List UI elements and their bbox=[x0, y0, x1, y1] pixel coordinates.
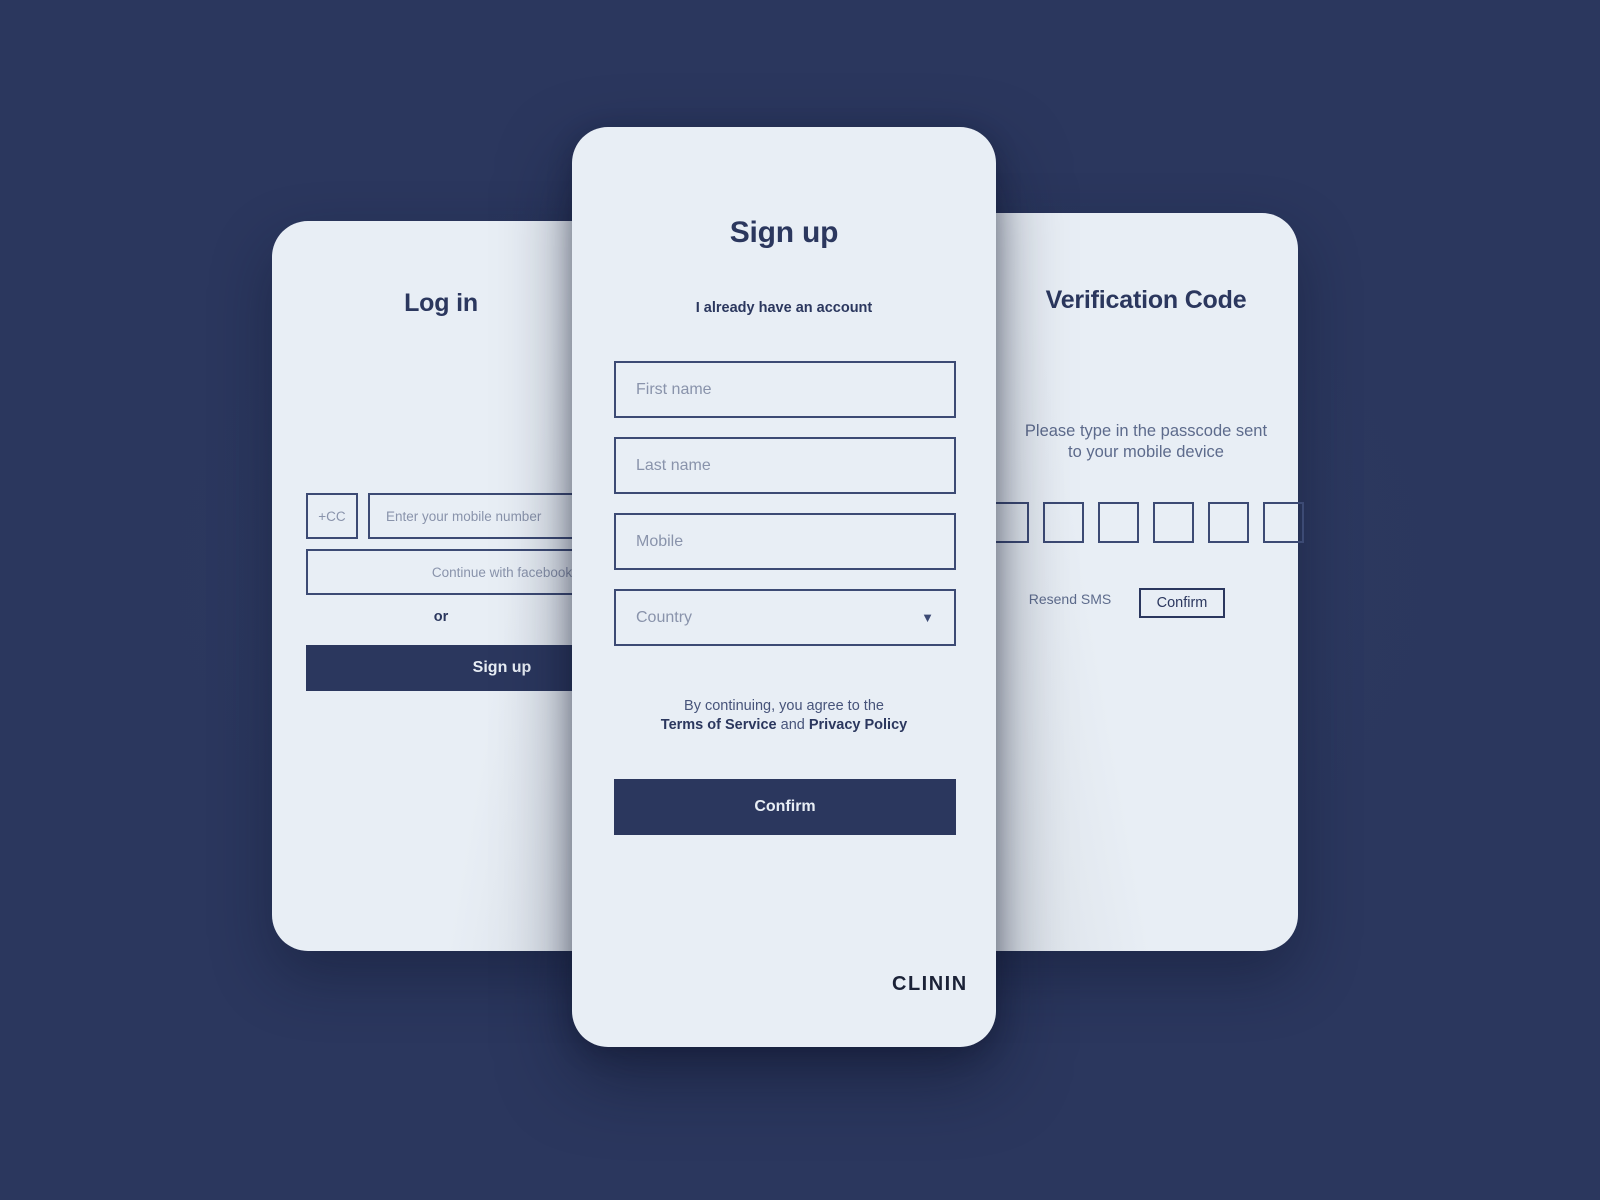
otp-digit-2[interactable] bbox=[1043, 502, 1084, 543]
resend-sms-link[interactable]: Resend SMS bbox=[1006, 591, 1134, 607]
divider-or-label: or bbox=[433, 609, 449, 625]
signup-screen-card: Sign up I already have an account First … bbox=[572, 127, 996, 1047]
verification-confirm-button[interactable]: Confirm bbox=[1139, 588, 1225, 618]
otp-digit-4[interactable] bbox=[1153, 502, 1194, 543]
verification-confirm-button-label: Confirm bbox=[1156, 595, 1208, 611]
terms-line-1: By continuing, you agree to the bbox=[684, 698, 884, 714]
terms-of-service-link[interactable]: Terms of Service bbox=[661, 717, 777, 733]
verification-instructions-line2: to your mobile device bbox=[1068, 442, 1224, 461]
verification-instructions-line1: Please type in the passcode sent bbox=[1024, 422, 1268, 440]
otp-digit-3[interactable] bbox=[1098, 502, 1139, 543]
signup-confirm-button-label: Confirm bbox=[754, 798, 816, 815]
chevron-down-icon: ▼ bbox=[921, 610, 934, 625]
facebook-button-label: Continue with facebook bbox=[431, 564, 573, 580]
otp-digit-6[interactable] bbox=[1263, 502, 1304, 543]
signup-page-title: Sign up bbox=[729, 216, 839, 249]
otp-digit-5[interactable] bbox=[1208, 502, 1249, 543]
login-signup-button-label: Sign up bbox=[472, 659, 532, 676]
signup-mobile-placeholder: Mobile bbox=[636, 532, 684, 550]
screens-stage: Log in +CC Enter your mobile number Cont… bbox=[0, 0, 1600, 1200]
country-code-placeholder: +CC bbox=[318, 508, 346, 524]
country-code-input[interactable]: +CC bbox=[306, 493, 358, 539]
verification-instructions: Please type in the passcode sent to your… bbox=[994, 421, 1298, 462]
last-name-input[interactable]: Last name bbox=[614, 437, 956, 494]
country-select-placeholder: Country bbox=[636, 608, 693, 626]
terms-agreement: By continuing, you agree to the Terms of… bbox=[604, 697, 964, 735]
first-name-placeholder: First name bbox=[636, 380, 712, 398]
terms-line-2: Terms of Service and Privacy Policy bbox=[604, 716, 964, 735]
terms-and-word: and bbox=[780, 716, 805, 733]
first-name-input[interactable]: First name bbox=[614, 361, 956, 418]
verification-page-title: Verification Code bbox=[1045, 286, 1247, 314]
mobile-number-placeholder: Enter your mobile number bbox=[386, 508, 542, 524]
signup-mobile-input[interactable]: Mobile bbox=[614, 513, 956, 570]
last-name-placeholder: Last name bbox=[636, 456, 711, 474]
country-select[interactable]: Country ▼ bbox=[614, 589, 956, 646]
otp-code-inputs[interactable] bbox=[988, 502, 1304, 543]
already-have-account-link[interactable]: I already have an account bbox=[572, 300, 996, 316]
signup-confirm-button[interactable]: Confirm bbox=[614, 779, 956, 835]
login-page-title: Log in bbox=[404, 289, 478, 317]
clinin-logo: CLININ bbox=[892, 973, 968, 995]
privacy-policy-link[interactable]: Privacy Policy bbox=[809, 717, 907, 733]
